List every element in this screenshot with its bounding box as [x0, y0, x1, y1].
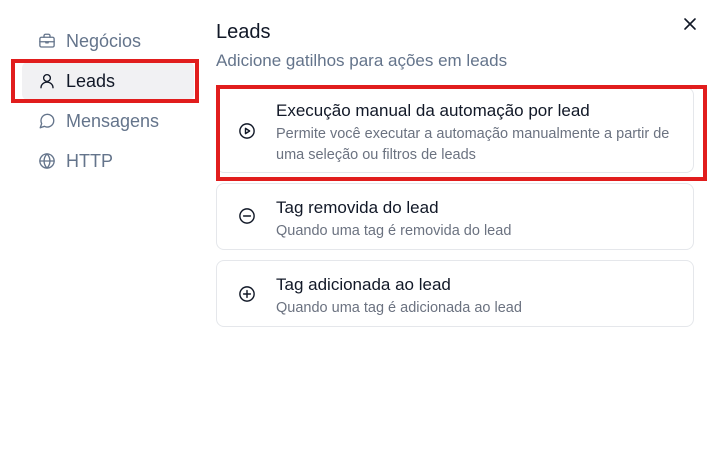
sidebar-item-negocios[interactable]: Negócios — [22, 22, 194, 60]
user-icon — [37, 71, 57, 91]
sidebar-item-label: Negócios — [66, 30, 142, 51]
card-text: Tag adicionada ao lead Quando uma tag é … — [276, 274, 681, 319]
page-subtitle: Adicione gatilhos para ações em leads — [216, 51, 508, 70]
plus-circle-icon — [237, 284, 257, 304]
message-icon — [37, 111, 57, 131]
sidebar-item-label: HTTP — [66, 150, 113, 171]
close-button[interactable] — [680, 16, 700, 36]
sidebar: Negócios Leads Mensagens HTTP — [22, 22, 194, 182]
briefcase-icon — [37, 31, 57, 51]
trigger-selection-panel: Negócios Leads Mensagens HTTP Leads Adic… — [0, 0, 715, 472]
trigger-card-tag-removed[interactable]: Tag removida do lead Quando uma tag é re… — [216, 183, 694, 250]
close-icon — [683, 17, 697, 36]
card-text: Execução manual da automação por lead Pe… — [276, 100, 681, 166]
card-title: Tag removida do lead — [276, 198, 439, 217]
card-title: Execução manual da automação por lead — [276, 101, 590, 120]
globe-icon — [37, 151, 57, 171]
sidebar-item-label: Leads — [66, 70, 116, 91]
card-description: Permite você executar a automação manual… — [276, 126, 670, 163]
card-text: Tag removida do lead Quando uma tag é re… — [276, 197, 681, 242]
trigger-card-manual-execution[interactable]: Execução manual da automação por lead Pe… — [216, 87, 694, 173]
card-description: Quando uma tag é adicionada ao lead — [276, 300, 522, 316]
card-description: Quando uma tag é removida do lead — [276, 223, 512, 239]
sidebar-item-mensagens[interactable]: Mensagens — [22, 102, 194, 140]
sidebar-item-label: Mensagens — [66, 110, 160, 131]
sidebar-item-http[interactable]: HTTP — [22, 142, 194, 180]
trigger-card-tag-added[interactable]: Tag adicionada ao lead Quando uma tag é … — [216, 260, 694, 327]
card-title: Tag adicionada ao lead — [276, 275, 451, 294]
sidebar-item-leads[interactable]: Leads — [22, 62, 194, 100]
play-circle-icon — [237, 121, 257, 141]
main-header: Leads Adicione gatilhos para ações em le… — [216, 18, 696, 73]
page-title: Leads — [216, 21, 271, 43]
minus-circle-icon — [237, 206, 257, 226]
